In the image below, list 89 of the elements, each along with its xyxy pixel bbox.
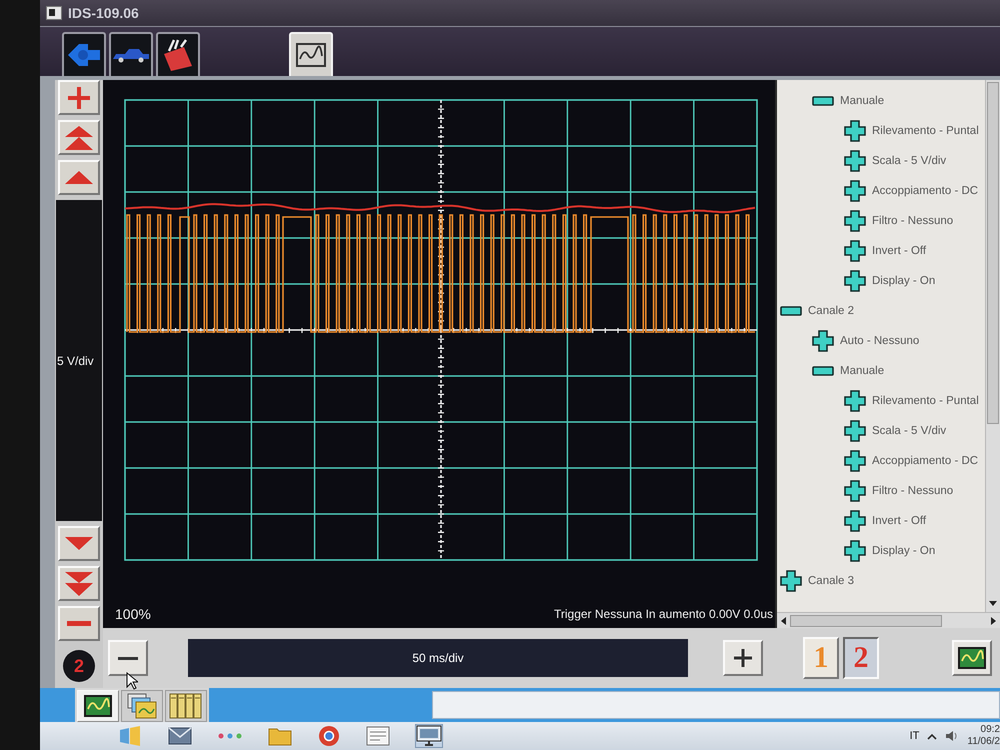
zoom-label: 100%: [115, 606, 151, 622]
envelope-icon[interactable]: [168, 727, 192, 745]
document-icon[interactable]: [366, 726, 390, 746]
tree-item[interactable]: Scala - 5 V/div: [872, 155, 946, 167]
chevron-up-icon[interactable]: [927, 732, 938, 740]
scale-fast-up-button[interactable]: [58, 120, 100, 155]
folders-icon: [127, 693, 157, 719]
up-arrow-icon: [65, 171, 93, 184]
clock-date: 11/06/2: [967, 736, 1000, 748]
tree-item[interactable]: Auto - Nessuno: [840, 335, 920, 347]
tree-item[interactable]: Canale 3: [808, 575, 854, 587]
car-icon: [113, 47, 149, 63]
folder-icon[interactable]: [268, 726, 292, 746]
plus-icon[interactable]: [844, 210, 866, 232]
tree-item[interactable]: Display - On: [872, 545, 936, 557]
horizontal-scrollbar[interactable]: [777, 612, 1000, 628]
waveform-icon: [958, 647, 986, 669]
scale-plus-button[interactable]: [58, 80, 100, 115]
minus-icon: [118, 656, 138, 660]
plus-icon: [734, 649, 752, 667]
tree-item[interactable]: Manuale: [840, 95, 884, 107]
plus-icon[interactable]: [844, 390, 866, 412]
minus-icon[interactable]: [812, 366, 834, 376]
window-title: IDS-109.06: [68, 5, 139, 21]
minus-icon: [67, 621, 91, 626]
tab[interactable]: [156, 32, 200, 76]
plus-icon[interactable]: [844, 180, 866, 202]
waveform-icon: [296, 43, 326, 67]
dots-icon[interactable]: [218, 731, 242, 741]
tree-item[interactable]: Invert - Off: [872, 515, 926, 527]
toolbox-icon: [162, 39, 194, 71]
clock-time: 09:2: [980, 724, 1000, 736]
minus-icon[interactable]: [780, 306, 802, 316]
double-up-arrow-icon: [65, 126, 93, 150]
minus-icon[interactable]: [812, 96, 834, 106]
right-arrow-icon[interactable]: [991, 616, 996, 624]
scale-fast-down-button[interactable]: [58, 566, 100, 601]
tab[interactable]: [62, 32, 106, 76]
scrollbar-thumb[interactable]: [790, 614, 942, 626]
language-indicator[interactable]: IT: [910, 730, 920, 742]
plus-icon[interactable]: [844, 510, 866, 532]
plus-icon[interactable]: [844, 120, 866, 142]
time-minus-button[interactable]: [108, 640, 148, 676]
connector-icon: [68, 42, 100, 68]
plus-icon[interactable]: [780, 570, 802, 592]
tree-item[interactable]: Canale 2: [808, 305, 854, 317]
left-arrow-icon[interactable]: [781, 616, 786, 624]
timebase-display: 50 ms/div: [188, 639, 688, 677]
tree-item[interactable]: Invert - Off: [872, 245, 926, 257]
plus-icon[interactable]: [844, 450, 866, 472]
scale-down-button[interactable]: [58, 526, 100, 561]
plus-icon[interactable]: [844, 240, 866, 262]
plus-icon[interactable]: [844, 540, 866, 562]
double-down-arrow-icon: [65, 572, 93, 596]
tree-item[interactable]: Manuale: [840, 365, 884, 377]
plus-icon: [68, 86, 90, 108]
tree-item[interactable]: Scala - 5 V/div: [872, 425, 946, 437]
display-button[interactable]: [952, 640, 992, 676]
cursor-icon: [126, 672, 138, 690]
scale-label: 5 V/div: [57, 354, 94, 368]
monitor-icon[interactable]: [416, 725, 442, 747]
time-plus-button[interactable]: [723, 640, 763, 676]
tree-item[interactable]: Display - On: [872, 275, 936, 287]
scale-up-button[interactable]: [58, 160, 100, 195]
cards-icon: [169, 693, 203, 719]
plus-icon[interactable]: [844, 480, 866, 502]
down-arrow-icon[interactable]: [989, 601, 997, 606]
channel-button[interactable]: 2: [843, 637, 879, 679]
plus-icon[interactable]: [812, 330, 834, 352]
tree-item[interactable]: Filtro - Nessuno: [872, 215, 954, 227]
channel-indicator: 2: [63, 650, 95, 682]
plus-icon[interactable]: [844, 270, 866, 292]
tab[interactable]: [109, 32, 153, 76]
tree-item[interactable]: Filtro - Nessuno: [872, 485, 954, 497]
plus-icon[interactable]: [844, 150, 866, 172]
waveform-icon: [84, 695, 112, 717]
down-arrow-icon: [65, 537, 93, 550]
scale-minus-button[interactable]: [58, 606, 100, 641]
plus-icon[interactable]: [844, 420, 866, 442]
tree-item[interactable]: Accoppiamento - DC: [872, 455, 978, 467]
speaker-icon[interactable]: [945, 730, 960, 742]
trigger-label: Trigger Nessuna In aumento 0.00V 0.0us: [554, 607, 773, 621]
scrollbar-thumb[interactable]: [987, 82, 999, 424]
tree-item[interactable]: Rilevamento - Puntal: [872, 395, 979, 407]
tree-item[interactable]: Accoppiamento - DC: [872, 185, 978, 197]
tree-item[interactable]: Rilevamento - Puntal: [872, 125, 979, 137]
ring-icon[interactable]: [318, 725, 340, 747]
vertical-scrollbar[interactable]: [985, 80, 1000, 612]
app-icon: [46, 6, 62, 20]
